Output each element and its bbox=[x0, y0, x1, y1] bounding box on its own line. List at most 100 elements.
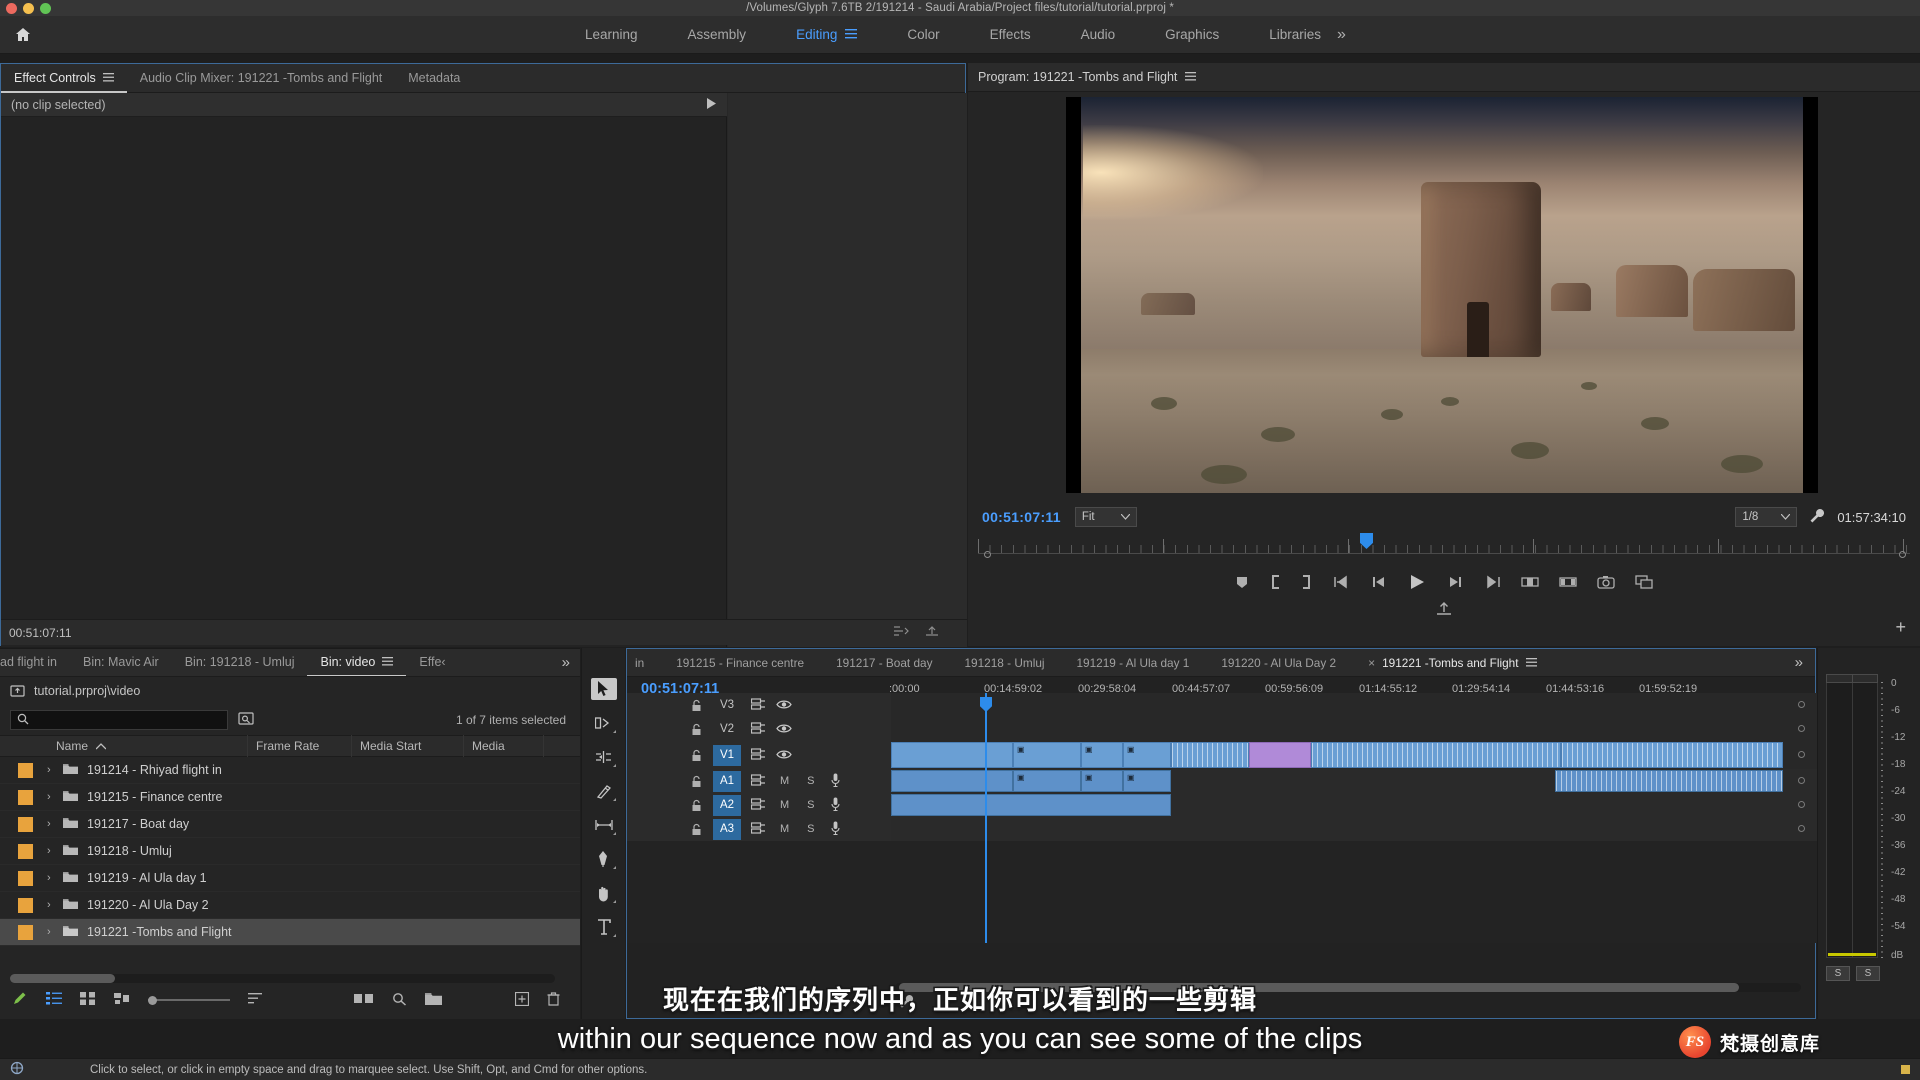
timeline-clip[interactable] bbox=[1171, 742, 1249, 768]
new-bin-icon[interactable] bbox=[425, 992, 442, 1009]
search-box[interactable] bbox=[10, 710, 228, 730]
table-row[interactable]: › 191218 - Umluj bbox=[0, 838, 580, 865]
program-monitor-video-area[interactable] bbox=[1066, 97, 1818, 493]
workspace-tab-audio[interactable]: Audio bbox=[1056, 16, 1141, 54]
project-item-list[interactable]: › 191214 - Rhiyad flight in › 191215 - F… bbox=[0, 757, 580, 989]
timeline-tab-in[interactable]: in bbox=[627, 649, 660, 676]
workspace-tab-color[interactable]: Color bbox=[882, 16, 964, 54]
track-target-v2[interactable]: V2 bbox=[713, 719, 741, 740]
export-icon[interactable] bbox=[925, 625, 939, 640]
lift-button[interactable] bbox=[1521, 575, 1539, 589]
timeline-clip[interactable] bbox=[1561, 742, 1783, 768]
go-to-in-button[interactable] bbox=[1333, 575, 1351, 589]
eye-icon[interactable] bbox=[776, 748, 792, 763]
track-lane-a3[interactable] bbox=[891, 817, 1817, 841]
type-tool[interactable] bbox=[591, 916, 617, 938]
list-view-icon[interactable] bbox=[46, 992, 62, 1008]
meter-solo-right[interactable]: S bbox=[1856, 966, 1880, 981]
delete-icon[interactable] bbox=[547, 991, 560, 1009]
razor-tool[interactable] bbox=[591, 780, 617, 802]
project-overflow-button[interactable]: » bbox=[556, 654, 576, 671]
zoom-level-select[interactable]: Fit bbox=[1074, 507, 1137, 527]
track-select-forward-tool[interactable] bbox=[591, 712, 617, 734]
timeline-tab-finance-centre[interactable]: 191215 - Finance centre bbox=[660, 649, 820, 676]
table-row[interactable]: › 191214 - Rhiyad flight in bbox=[0, 757, 580, 784]
workspace-tab-editing[interactable]: Editing bbox=[771, 16, 882, 54]
timeline-clip[interactable] bbox=[1311, 742, 1561, 768]
pen-tool[interactable] bbox=[591, 848, 617, 870]
wrench-icon[interactable] bbox=[899, 994, 914, 1012]
burger-menu-icon[interactable] bbox=[1525, 649, 1537, 676]
project-tab-effects[interactable]: Effe‹ bbox=[406, 649, 458, 676]
timeline-audio-clip[interactable]: ▣ bbox=[1081, 770, 1123, 792]
lock-icon[interactable] bbox=[689, 775, 703, 788]
sync-lock-icon[interactable] bbox=[750, 821, 766, 837]
program-duration-timecode[interactable]: 01:57:34:10 bbox=[1837, 510, 1906, 525]
column-header-media[interactable]: Media bbox=[464, 735, 544, 757]
track-target-a2[interactable]: A2 bbox=[713, 794, 741, 816]
ruler-end-marker[interactable] bbox=[1899, 551, 1906, 558]
table-row[interactable]: › 191219 - Al Ula day 1 bbox=[0, 865, 580, 892]
meter-solo-left[interactable]: S bbox=[1826, 966, 1850, 981]
track-target-v1[interactable]: V1 bbox=[713, 744, 741, 766]
solo-button-a3[interactable]: S bbox=[807, 823, 814, 835]
microphone-icon[interactable] bbox=[830, 821, 840, 838]
track-target-v3[interactable]: V3 bbox=[713, 695, 741, 716]
burger-menu-icon[interactable] bbox=[845, 16, 858, 54]
workspace-tab-graphics[interactable]: Graphics bbox=[1140, 16, 1244, 54]
program-monitor-ruler[interactable] bbox=[978, 533, 1910, 561]
sync-lock-icon[interactable] bbox=[750, 697, 766, 713]
breadcrumb-path[interactable]: tutorial.prproj\video bbox=[34, 684, 140, 698]
project-tab-mavic-air[interactable]: Bin: Mavic Air bbox=[70, 649, 172, 676]
table-row[interactable]: › 191215 - Finance centre bbox=[0, 784, 580, 811]
lock-icon[interactable] bbox=[689, 823, 703, 836]
timeline-tab-al-ula-day-1[interactable]: 191219 - Al Ula day 1 bbox=[1061, 649, 1206, 676]
burger-menu-icon[interactable] bbox=[102, 64, 114, 93]
workspace-tab-learning[interactable]: Learning bbox=[560, 16, 663, 54]
lock-icon[interactable] bbox=[689, 749, 703, 762]
extract-button[interactable] bbox=[1559, 575, 1577, 589]
timeline-adjustment-clip[interactable] bbox=[1249, 742, 1311, 768]
workspace-tab-assembly[interactable]: Assembly bbox=[663, 16, 772, 54]
mark-out-button[interactable] bbox=[1301, 574, 1313, 590]
eye-icon[interactable] bbox=[776, 722, 792, 737]
step-back-button[interactable] bbox=[1371, 575, 1387, 589]
timeline-audio-clip[interactable] bbox=[891, 794, 1171, 816]
column-header-media-start[interactable]: Media Start bbox=[352, 735, 464, 757]
table-row[interactable]: › 191220 - Al Ula Day 2 bbox=[0, 892, 580, 919]
maximize-window-button[interactable] bbox=[40, 3, 51, 14]
selection-tool[interactable] bbox=[590, 678, 617, 700]
program-current-timecode[interactable]: 00:51:07:11 bbox=[982, 509, 1061, 525]
timeline-clip[interactable]: ▣ bbox=[1123, 742, 1171, 768]
mute-button-a2[interactable]: M bbox=[780, 799, 789, 811]
close-window-button[interactable] bbox=[6, 3, 17, 14]
workspace-tab-effects[interactable]: Effects bbox=[965, 16, 1056, 54]
mark-in-button[interactable] bbox=[1269, 574, 1281, 590]
keyframe-nav-icon[interactable] bbox=[893, 625, 909, 640]
lock-icon[interactable] bbox=[689, 723, 703, 736]
meter-clip-indicator[interactable] bbox=[1826, 674, 1878, 683]
burger-menu-icon[interactable] bbox=[1185, 70, 1197, 84]
home-icon[interactable] bbox=[0, 25, 46, 45]
tab-metadata[interactable]: Metadata bbox=[395, 64, 473, 93]
folder-up-icon[interactable] bbox=[10, 683, 25, 700]
chevron-right-icon[interactable]: › bbox=[47, 926, 57, 938]
add-marker-button[interactable] bbox=[1235, 575, 1249, 589]
effect-controls-timeline-area[interactable] bbox=[728, 93, 967, 647]
ruler-start-marker[interactable] bbox=[984, 551, 991, 558]
window-controls[interactable] bbox=[6, 3, 51, 14]
project-tab-umluj[interactable]: Bin: 191218 - Umluj bbox=[172, 649, 308, 676]
mute-button-a1[interactable]: M bbox=[780, 775, 789, 787]
export-frame-camera-icon[interactable] bbox=[1597, 575, 1615, 589]
timeline-overflow-button[interactable]: » bbox=[1786, 649, 1811, 676]
track-lane-a2[interactable] bbox=[891, 793, 1817, 817]
microphone-icon[interactable] bbox=[830, 797, 840, 814]
chevron-right-icon[interactable]: › bbox=[47, 872, 57, 884]
hand-tool[interactable] bbox=[591, 882, 617, 904]
solo-button-a2[interactable]: S bbox=[807, 799, 814, 811]
icon-view-icon[interactable] bbox=[80, 992, 96, 1008]
project-tab-video[interactable]: Bin: video bbox=[307, 649, 406, 676]
column-header-name[interactable]: Name bbox=[48, 735, 248, 757]
table-row[interactable]: › 191221 -Tombs and Flight bbox=[0, 919, 580, 946]
sync-lock-icon[interactable] bbox=[750, 797, 766, 813]
